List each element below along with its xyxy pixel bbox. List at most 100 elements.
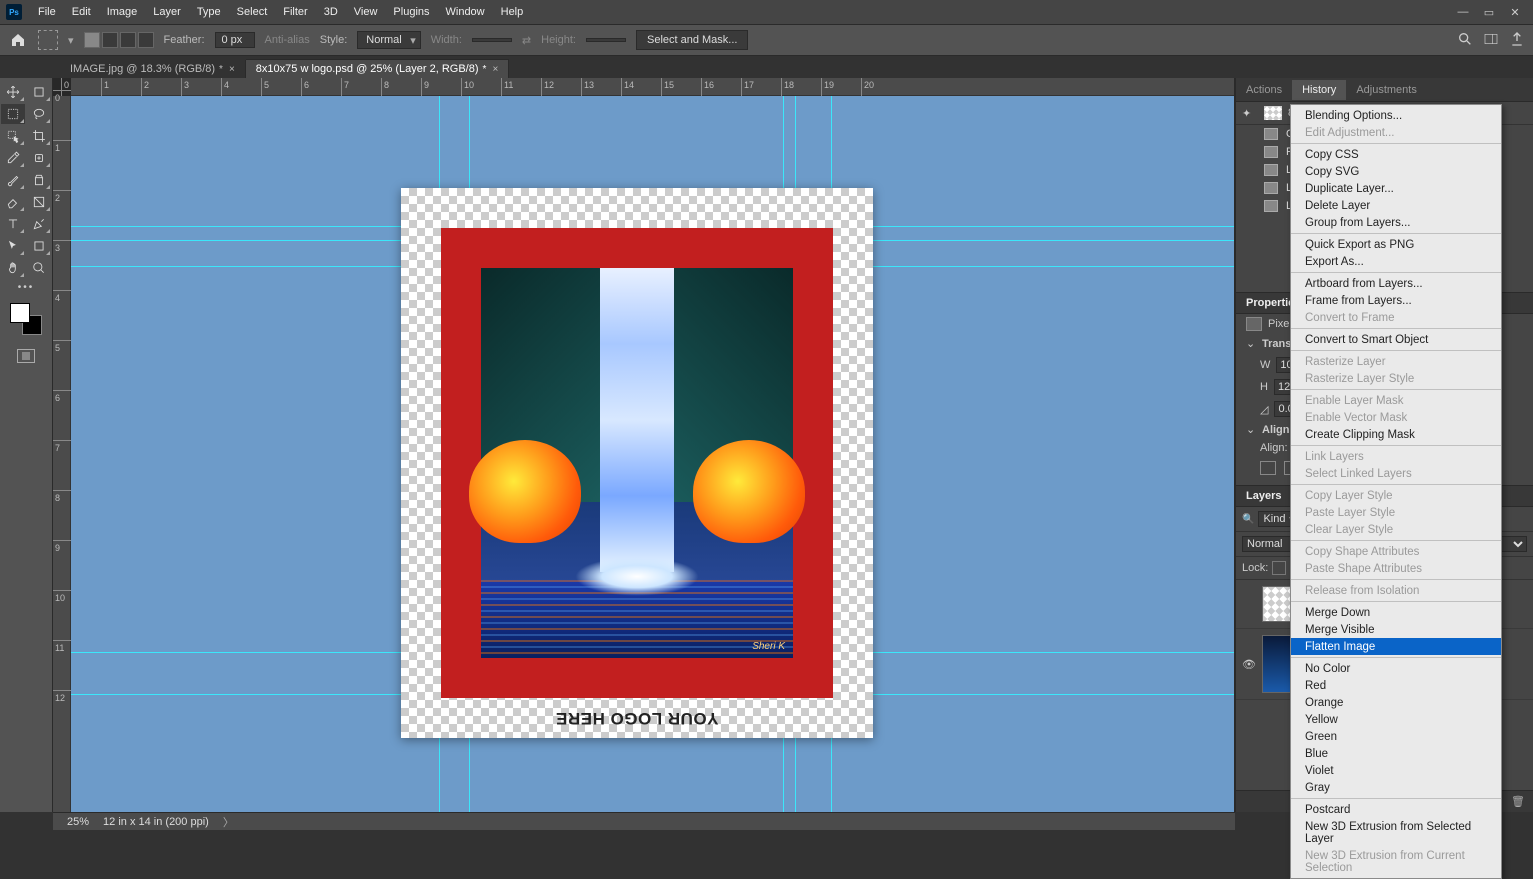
document-tab[interactable]: 8x10x75 w logo.psd @ 25% (Layer 2, RGB/8…: [246, 59, 509, 78]
tab-close-icon[interactable]: ×: [229, 64, 235, 75]
context-item[interactable]: Artboard from Layers...: [1291, 275, 1501, 292]
context-item[interactable]: Flatten Image: [1291, 638, 1501, 655]
menu-file[interactable]: File: [30, 6, 64, 18]
menu-type[interactable]: Type: [189, 6, 229, 18]
edit-toolbar-button[interactable]: •••: [18, 282, 35, 293]
history-state-icon: [1264, 146, 1278, 158]
context-item[interactable]: Blending Options...: [1291, 107, 1501, 124]
share-icon[interactable]: [1509, 31, 1525, 50]
tool-preset-icon[interactable]: [38, 30, 58, 50]
context-item[interactable]: Convert to Smart Object: [1291, 331, 1501, 348]
type-tool[interactable]: [1, 214, 25, 234]
history-brush-icon[interactable]: ✦: [1242, 107, 1258, 120]
context-item[interactable]: Export As...: [1291, 253, 1501, 270]
context-item[interactable]: Duplicate Layer...: [1291, 180, 1501, 197]
zoom-level[interactable]: 25%: [67, 816, 89, 828]
path-select-tool[interactable]: [1, 236, 25, 256]
subtract-selection-icon[interactable]: [120, 32, 136, 48]
menu-window[interactable]: Window: [438, 6, 493, 18]
add-selection-icon[interactable]: [102, 32, 118, 48]
menu-select[interactable]: Select: [229, 6, 276, 18]
context-item[interactable]: Green: [1291, 728, 1501, 745]
horizontal-ruler[interactable]: 01234567891011121314151617181920: [71, 78, 1234, 96]
context-item[interactable]: Violet: [1291, 762, 1501, 779]
context-item[interactable]: Copy CSS: [1291, 146, 1501, 163]
quick-mask-button[interactable]: [17, 349, 35, 363]
healing-tool[interactable]: [27, 148, 51, 168]
context-item[interactable]: Copy SVG: [1291, 163, 1501, 180]
panel-tab-adjustments[interactable]: Adjustments: [1346, 80, 1427, 100]
context-item[interactable]: Postcard: [1291, 801, 1501, 818]
style-dropdown[interactable]: Normal: [357, 31, 420, 49]
tab-close-icon[interactable]: ×: [492, 64, 498, 75]
maximize-button[interactable]: ▭: [1481, 6, 1497, 19]
workspace-icon[interactable]: [1483, 31, 1499, 50]
move-tool[interactable]: [1, 82, 25, 102]
foreground-color[interactable]: [10, 303, 30, 323]
menu-3d[interactable]: 3D: [316, 6, 346, 18]
menu-view[interactable]: View: [346, 6, 386, 18]
context-item[interactable]: Blue: [1291, 745, 1501, 762]
menu-layer[interactable]: Layer: [145, 6, 189, 18]
pen-tool[interactable]: [27, 214, 51, 234]
context-item[interactable]: Red: [1291, 677, 1501, 694]
select-and-mask-button[interactable]: Select and Mask...: [636, 30, 749, 50]
context-item[interactable]: No Color: [1291, 660, 1501, 677]
eyedropper-tool[interactable]: [1, 148, 25, 168]
context-item[interactable]: Gray: [1291, 779, 1501, 796]
align-left-icon[interactable]: [1260, 461, 1276, 475]
minimize-button[interactable]: —: [1455, 6, 1471, 19]
layer-context-menu[interactable]: Blending Options...Edit Adjustment...Cop…: [1290, 104, 1502, 879]
canvas-area[interactable]: 01234567891011121314151617181920 0123456…: [53, 78, 1235, 812]
doc-info[interactable]: 12 in x 14 in (200 ppi): [103, 816, 209, 828]
feather-input[interactable]: 0 px: [215, 32, 255, 48]
eraser-tool[interactable]: [1, 192, 25, 212]
artboard-tool[interactable]: [27, 82, 51, 102]
close-button[interactable]: ✕: [1507, 6, 1523, 19]
clone-tool[interactable]: [27, 170, 51, 190]
search-icon[interactable]: [1457, 31, 1473, 50]
menu-image[interactable]: Image: [99, 6, 146, 18]
document-canvas[interactable]: Sheri K YOUR LOGO HERE: [401, 188, 873, 738]
vertical-ruler[interactable]: 0123456789101112: [53, 96, 71, 812]
gradient-tool[interactable]: [27, 192, 51, 212]
object-select-tool[interactable]: [1, 126, 25, 146]
intersect-selection-icon[interactable]: [138, 32, 154, 48]
doc-info-chevron[interactable]: 〉: [223, 814, 234, 830]
menu-help[interactable]: Help: [493, 6, 532, 18]
context-item[interactable]: Orange: [1291, 694, 1501, 711]
document-tab[interactable]: IMAGE.jpg @ 18.3% (RGB/8)*×: [60, 60, 246, 78]
lasso-tool[interactable]: [27, 104, 51, 124]
context-item: Convert to Frame: [1291, 309, 1501, 326]
panel-tab-actions[interactable]: Actions: [1236, 80, 1292, 100]
workspace[interactable]: Sheri K YOUR LOGO HERE: [71, 96, 1234, 812]
context-item[interactable]: Frame from Layers...: [1291, 292, 1501, 309]
panel-tab-history[interactable]: History: [1292, 80, 1346, 100]
menu-edit[interactable]: Edit: [64, 6, 99, 18]
marquee-tool[interactable]: [1, 104, 25, 124]
new-selection-icon[interactable]: [84, 32, 100, 48]
context-item[interactable]: Create Clipping Mask: [1291, 426, 1501, 443]
context-item[interactable]: Delete Layer: [1291, 197, 1501, 214]
context-item[interactable]: Group from Layers...: [1291, 214, 1501, 231]
context-item[interactable]: Merge Down: [1291, 604, 1501, 621]
visibility-toggle[interactable]: 👁: [1242, 658, 1256, 671]
zoom-tool[interactable]: [27, 258, 51, 278]
delete-layer-icon[interactable]: 🗑: [1511, 795, 1525, 808]
menu-filter[interactable]: Filter: [275, 6, 315, 18]
context-item[interactable]: Quick Export as PNG: [1291, 236, 1501, 253]
context-item[interactable]: Merge Visible: [1291, 621, 1501, 638]
color-swatches[interactable]: [10, 303, 42, 335]
lock-transparency-icon[interactable]: [1272, 561, 1286, 575]
context-item[interactable]: New 3D Extrusion from Selected Layer: [1291, 818, 1501, 847]
shape-tool[interactable]: [27, 236, 51, 256]
selection-mode-icons[interactable]: [84, 32, 154, 48]
hand-tool[interactable]: [1, 258, 25, 278]
context-item[interactable]: Yellow: [1291, 711, 1501, 728]
tab-label: 8x10x75 w logo.psd @ 25% (Layer 2, RGB/8…: [256, 63, 479, 75]
context-item: Select Linked Layers: [1291, 465, 1501, 482]
home-button[interactable]: [8, 32, 28, 48]
brush-tool[interactable]: [1, 170, 25, 190]
crop-tool[interactable]: [27, 126, 51, 146]
menu-plugins[interactable]: Plugins: [385, 6, 437, 18]
